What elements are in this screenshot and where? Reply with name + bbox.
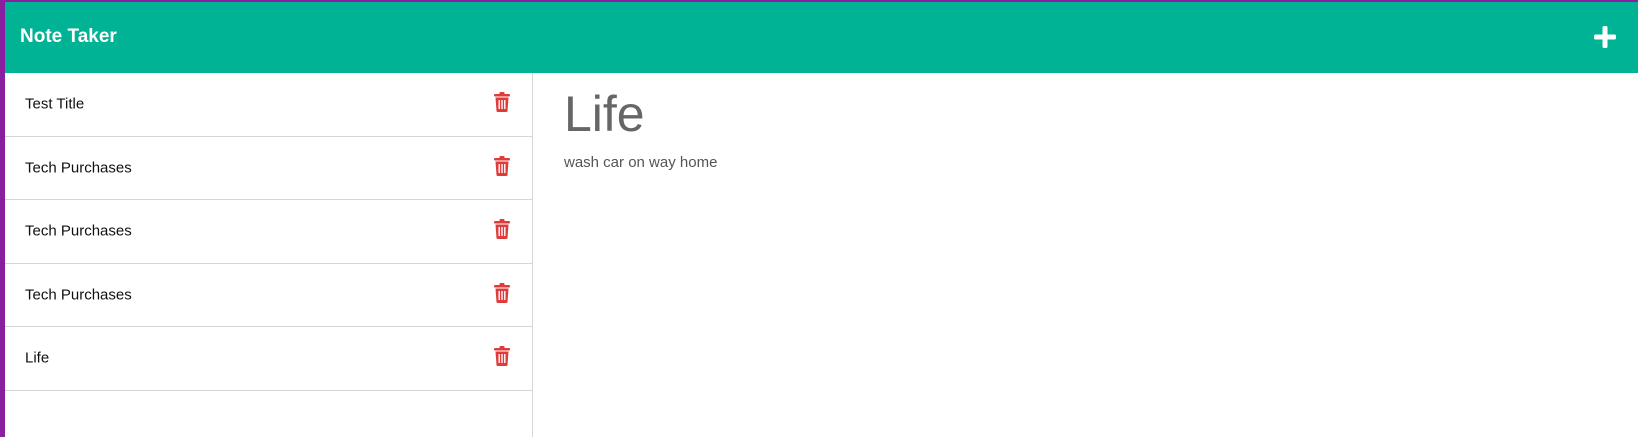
note-editor: Life wash car on way home [533,73,1638,437]
list-item[interactable]: Tech Purchases [5,264,532,327]
trash-icon[interactable] [494,282,510,303]
trash-icon[interactable] [494,155,510,176]
list-item[interactable]: Tech Purchases [5,200,532,264]
app-title: Note Taker [20,26,117,47]
app-window: Note Taker Test Title Tech Purchases Tec… [5,2,1638,437]
list-item[interactable]: Tech Purchases [5,137,532,200]
note-item-title: Life [25,349,50,367]
note-title[interactable]: Life [564,84,645,144]
note-item-title: Tech Purchases [25,222,132,240]
navbar: Note Taker [5,2,1638,73]
list-item[interactable]: Test Title [5,73,532,137]
notes-list: Test Title Tech Purchases Tech Purchases… [5,73,533,437]
note-item-title: Test Title [25,95,85,113]
note-item-title: Tech Purchases [25,286,132,304]
trash-icon[interactable] [494,92,510,113]
note-text[interactable]: wash car on way home [564,154,717,171]
add-note-button[interactable] [1590,22,1620,52]
trash-icon[interactable] [494,219,510,240]
note-item-title: Tech Purchases [25,159,132,177]
plus-icon [1594,26,1616,48]
trash-icon[interactable] [494,346,510,367]
list-item[interactable]: Life [5,327,532,391]
